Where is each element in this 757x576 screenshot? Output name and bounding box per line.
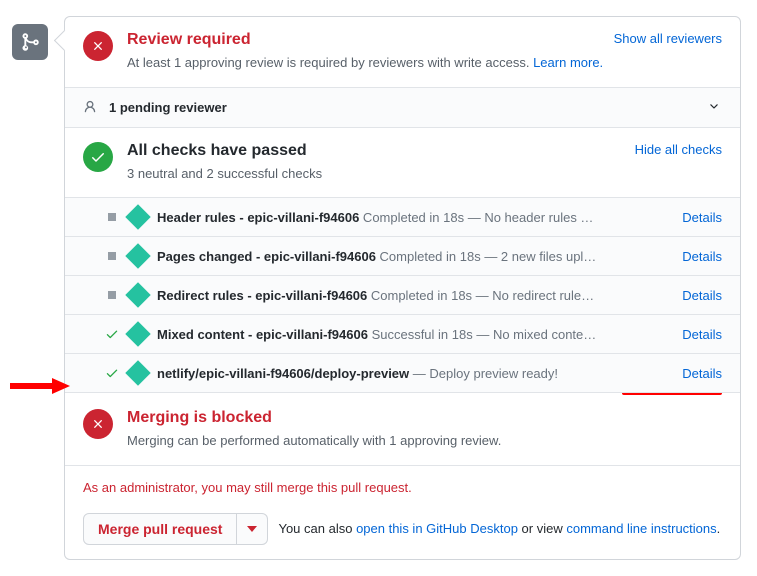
check-text: Mixed content - epic-villani-f94606 Succ… — [157, 327, 672, 342]
check-name: Redirect rules - epic-villani-f94606 — [157, 288, 367, 303]
neutral-status-icon — [105, 210, 119, 224]
chevron-down-icon — [706, 98, 722, 117]
checks-title: All checks have passed — [127, 142, 722, 160]
check-meta: Completed in 18s — No header rules … — [359, 210, 593, 225]
netlify-icon — [125, 204, 150, 229]
git-merge-icon — [20, 32, 40, 52]
check-meta: — Deploy preview ready! — [409, 366, 558, 381]
check-meta: Completed in 18s — No redirect rule… — [367, 288, 594, 303]
review-required-section: Review required At least 1 approving rev… — [65, 17, 740, 88]
check-status-icon — [105, 366, 119, 380]
open-desktop-link[interactable]: open this in GitHub Desktop — [356, 521, 518, 536]
details-link[interactable]: Details — [682, 249, 722, 264]
checks-passed-section: All checks have passed 3 neutral and 2 s… — [65, 128, 740, 199]
checks-desc: 3 neutral and 2 successful checks — [127, 164, 722, 184]
review-desc: At least 1 approving review is required … — [127, 53, 722, 73]
details-link[interactable]: Details — [682, 366, 722, 381]
check-text: Redirect rules - epic-villani-f94606 Com… — [157, 288, 672, 303]
neutral-status-icon — [105, 249, 119, 263]
cli-instructions-link[interactable]: command line instructions — [566, 521, 716, 536]
details-link[interactable]: Details — [682, 288, 722, 303]
learn-more-link[interactable]: Learn more. — [533, 55, 603, 70]
hide-all-checks-link[interactable]: Hide all checks — [635, 142, 722, 157]
check-name: netlify/epic-villani-f94606/deploy-previ… — [157, 366, 409, 381]
merge-footer: As an administrator, you may still merge… — [65, 466, 740, 559]
check-row: Mixed content - epic-villani-f94606 Succ… — [65, 315, 740, 354]
merge-pr-button[interactable]: Merge pull request — [83, 513, 237, 545]
merge-status-box: Review required At least 1 approving rev… — [64, 16, 741, 560]
check-name: Pages changed - epic-villani-f94606 — [157, 249, 376, 264]
check-row: Pages changed - epic-villani-f94606 Comp… — [65, 237, 740, 276]
merge-alt-text: You can also open this in GitHub Desktop… — [278, 521, 720, 536]
check-row: netlify/epic-villani-f94606/deploy-previ… — [65, 354, 740, 393]
check-row: Header rules - epic-villani-f94606 Compl… — [65, 198, 740, 237]
check-meta: Successful in 18s — No mixed conte… — [368, 327, 596, 342]
details-link[interactable]: Details — [682, 327, 722, 342]
merge-button-group: Merge pull request — [83, 513, 268, 545]
x-circle-icon — [83, 409, 113, 439]
merging-blocked-section: Merging is blocked Merging can be perfor… — [65, 395, 740, 466]
show-all-reviewers-link[interactable]: Show all reviewers — [614, 31, 722, 46]
check-text: Pages changed - epic-villani-f94606 Comp… — [157, 249, 672, 264]
blocked-desc: Merging can be performed automatically w… — [127, 431, 722, 451]
merge-dropdown-button[interactable] — [237, 513, 268, 545]
blocked-title: Merging is blocked — [127, 409, 722, 427]
neutral-status-icon — [105, 288, 119, 302]
details-link[interactable]: Details — [682, 210, 722, 225]
netlify-icon — [125, 243, 150, 268]
pending-reviewer-row[interactable]: 1 pending reviewer — [65, 88, 740, 128]
check-circle-icon — [83, 142, 113, 172]
check-name: Mixed content - epic-villani-f94606 — [157, 327, 368, 342]
check-text: netlify/epic-villani-f94606/deploy-previ… — [157, 366, 672, 381]
check-meta: Completed in 18s — 2 new files upl… — [376, 249, 596, 264]
checks-list: Header rules - epic-villani-f94606 Compl… — [65, 198, 740, 395]
check-row: Redirect rules - epic-villani-f94606 Com… — [65, 276, 740, 315]
timeline-badge — [12, 24, 48, 60]
check-status-icon — [105, 327, 119, 341]
admin-note: As an administrator, you may still merge… — [83, 480, 722, 503]
netlify-icon — [125, 360, 150, 385]
person-icon — [83, 100, 97, 114]
netlify-icon — [125, 321, 150, 346]
netlify-icon — [125, 282, 150, 307]
pending-reviewer-label: 1 pending reviewer — [109, 100, 227, 115]
check-name: Header rules - epic-villani-f94606 — [157, 210, 359, 225]
check-text: Header rules - epic-villani-f94606 Compl… — [157, 210, 672, 225]
x-circle-icon — [83, 31, 113, 61]
caret-down-icon — [247, 524, 257, 534]
